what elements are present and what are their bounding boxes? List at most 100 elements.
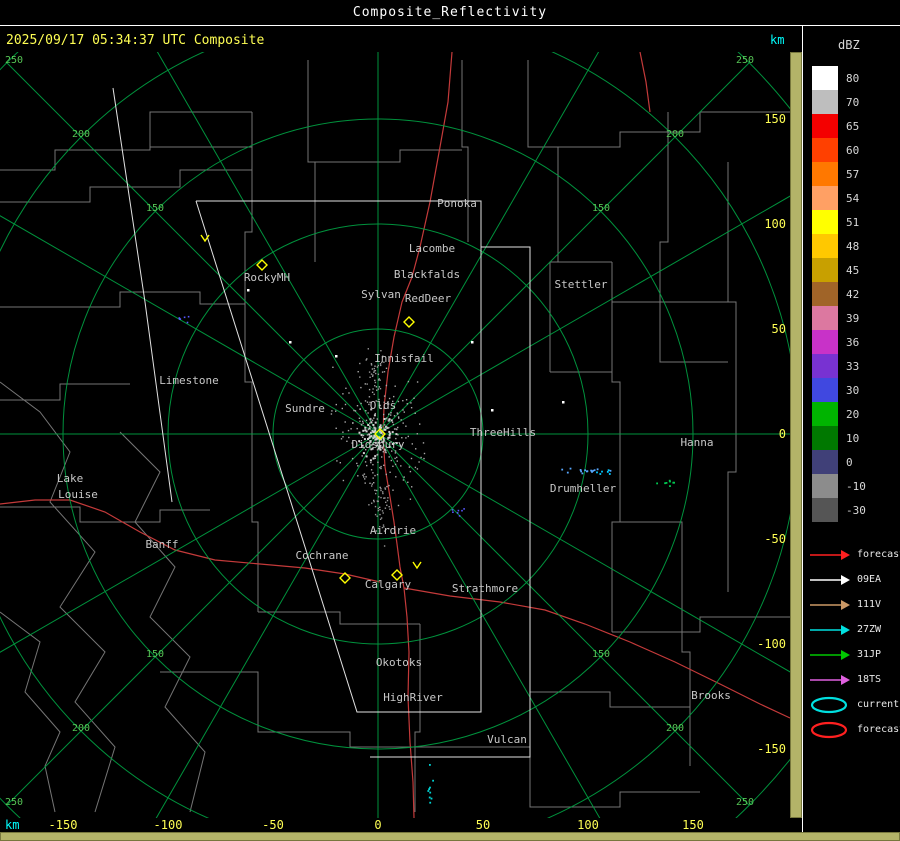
ring-range-label: 150 (146, 649, 164, 660)
legend-tracks: forecast 09EA 111V 27ZW 31JP 18TS current forec… (808, 542, 900, 742)
city-label: ThreeHills (470, 426, 536, 439)
dbz-legend-panel: dBZ 80 70 65 60 57 54 51 48 45 42 39 36 33 30 20 10 0 -10… (804, 26, 900, 832)
legend-swatch (812, 426, 838, 450)
y-axis-label: 150 (764, 112, 786, 126)
legend-value: 60 (846, 143, 860, 157)
city-label: Cochrane (296, 549, 349, 562)
pointer-marker (412, 561, 422, 570)
legend-entry: 20 (812, 402, 866, 426)
legend-swatch (812, 114, 838, 138)
radar-map[interactable]: Ponoka Lacombe Blackfalds Sylvan RedDeer Stet… (0, 52, 790, 818)
track-arrow-icon (810, 674, 850, 685)
legend-swatch (812, 474, 838, 498)
legend-swatch (812, 378, 838, 402)
track-label: 111V (857, 599, 882, 610)
legend-swatch (812, 498, 838, 522)
city-label: Sylvan (361, 288, 401, 301)
city-label: Blackfalds (394, 268, 460, 281)
track-legend-item: 31JP (808, 642, 900, 667)
legend-entry: 57 (812, 162, 866, 186)
track-legend-item: forecast (808, 717, 900, 742)
legend-swatch (812, 330, 838, 354)
legend-entry: -10 (812, 474, 866, 498)
track-legend-item: forecast (808, 542, 900, 567)
track-label: 31JP (857, 649, 882, 660)
x-axis-unit: km (5, 818, 20, 832)
x-axis: km -150 -100 -50 0 50 100 150 (0, 818, 790, 832)
echo-layer (178, 315, 675, 804)
vertical-scrollbar[interactable] (790, 52, 802, 818)
legend-value: 65 (846, 119, 860, 133)
ring-range-label: 200 (72, 129, 90, 140)
legend-entry: 10 (812, 426, 866, 450)
legend-swatch (812, 450, 838, 474)
track-label: 09EA (857, 574, 882, 585)
track-label: forecast (857, 549, 900, 560)
city-label: Sundre (285, 402, 325, 415)
y-axis-label: -100 (757, 637, 786, 651)
legend-entry: 33 (812, 354, 866, 378)
legend-value: 42 (846, 287, 860, 301)
horizontal-scrollbar[interactable] (0, 832, 900, 841)
legend-entry: 42 (812, 282, 866, 306)
y-axis-unit: km (770, 33, 785, 47)
radar-map-panel: 2025/09/17 05:34:37 UTC Composite km Pon… (0, 26, 803, 832)
ring-range-label: 200 (666, 129, 684, 140)
legend-swatch (812, 402, 838, 426)
city-label: Calgary (365, 578, 412, 591)
legend-value: 30 (846, 383, 860, 397)
city-label: Okotoks (376, 656, 422, 669)
legend-entry: 51 (812, 210, 866, 234)
legend-entry: 39 (812, 306, 866, 330)
city-label: Limestone (159, 374, 219, 387)
track-label: 18TS (857, 674, 882, 685)
ring-range-label: 150 (592, 649, 610, 660)
ring-range-label: 250 (736, 55, 754, 66)
legend-value: -10 (846, 479, 866, 493)
track-label: current (857, 699, 900, 710)
track-ellipse-icon (810, 696, 848, 713)
timestamp: 2025/09/17 05:34:37 UTC Composite (6, 33, 265, 48)
radial-line (0, 215, 379, 435)
ring-range-label: 150 (592, 203, 610, 214)
track-label: forecast (857, 724, 900, 735)
legend-swatch (812, 354, 838, 378)
city-label: RedDeer (405, 292, 452, 305)
legend-entry: 0 (812, 450, 866, 474)
legend-value: 70 (846, 95, 860, 109)
legend-value: 39 (846, 311, 860, 325)
city-label: Strathmore (452, 582, 518, 595)
ring-range-label: 150 (146, 203, 164, 214)
city-label: RockyMH (244, 271, 290, 284)
legend-swatch (812, 258, 838, 282)
legend-value: 45 (846, 263, 860, 277)
city-label: Airdrie (370, 524, 416, 537)
legend-entry: 36 (812, 330, 866, 354)
x-axis-label: 100 (577, 818, 599, 832)
city-label: Hanna (680, 436, 713, 449)
city-label: Ponoka (437, 197, 477, 210)
legend-entry: 30 (812, 378, 866, 402)
legend-entry: 80 (812, 66, 866, 90)
track-legend-item: 27ZW (808, 617, 900, 642)
x-axis-label: 150 (682, 818, 704, 832)
track-legend-item: 18TS (808, 667, 900, 692)
legend-swatch (812, 282, 838, 306)
y-axis-label: 50 (772, 322, 786, 336)
track-arrow-icon (810, 599, 850, 610)
city-label: HighRiver (383, 691, 443, 704)
legend-entry: 54 (812, 186, 866, 210)
legend-entries: 80 70 65 60 57 54 51 48 45 42 39 36 33 30 20 10 0 -10 -30 (812, 66, 866, 522)
city-label: Vulcan (487, 733, 527, 746)
legend-value: 33 (846, 359, 860, 373)
y-axis-label: -150 (757, 742, 786, 756)
track-arrow-icon (810, 624, 850, 635)
legend-swatch (812, 186, 838, 210)
city-label: Stettler (555, 278, 608, 291)
x-axis-label: -50 (262, 818, 284, 832)
legend-value: 80 (846, 71, 860, 85)
radial-line (155, 433, 379, 818)
city-label: Banff (145, 538, 178, 551)
legend-entry: 48 (812, 234, 866, 258)
track-arrow-icon (810, 649, 850, 660)
